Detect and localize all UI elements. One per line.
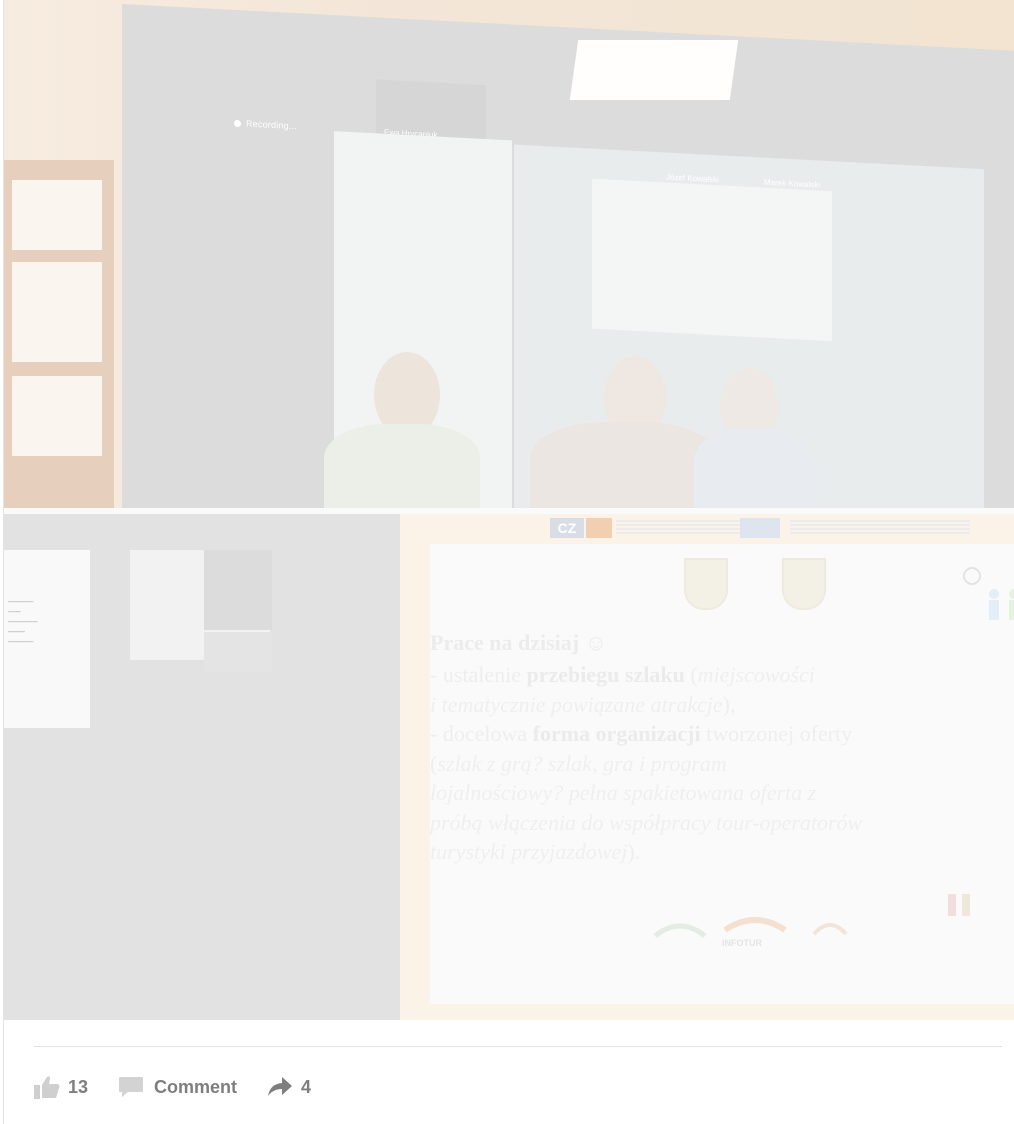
slide-body-line: i tematycznie powiązane atrakcje), [430, 690, 1000, 720]
infotur-logo: INFOTUR [722, 938, 762, 948]
mini-slide-text: ━━━━━━ ━━━ ━━━━━━━ ━━━━ ━━━━━━ [8, 599, 38, 646]
window-pane [12, 376, 102, 456]
eu-flag-icon [740, 518, 780, 538]
slide-text-run: forma organizacji [532, 721, 701, 746]
share-count: 4 [301, 1076, 312, 1097]
comment-button[interactable]: Comment [118, 1076, 237, 1098]
coat-of-arms-icon [684, 558, 728, 610]
footer-logo-icon [653, 923, 707, 939]
slide-body-text: - ustalenie przebiegu szlaku (miejscowoś… [430, 660, 1000, 867]
person-body [324, 424, 480, 508]
slide-body-line: próbą włączenia do współpracy tour-opera… [430, 808, 1000, 838]
slide-content-area: CZ Prace na dzisiaj ☺ - ustalenie przebi… [430, 518, 1014, 1004]
footer-logo-icon [812, 923, 848, 936]
post-photo-videoconference[interactable]: Recording... Ewa Hrycaniuk Józef Kowalsk… [4, 0, 1014, 508]
room-wall-panel [592, 178, 832, 342]
window-pane [12, 262, 102, 362]
slide-body-line: (szlak z grą? szlak, gra i program [430, 749, 1000, 779]
participant-tile [204, 550, 272, 630]
thumbs-up-icon [34, 1075, 60, 1099]
person-body [694, 428, 814, 508]
comment-icon [118, 1076, 144, 1098]
conference-gallery-panel: ━━━━━━ ━━━ ━━━━━━━ ━━━━ ━━━━━━ [4, 514, 400, 1020]
slide-body-line: - docelowa forma organizacji tworzonej o… [430, 719, 1000, 749]
participant-tile [204, 632, 272, 672]
slide-title: Prace na dzisiaj ☺ [430, 630, 608, 655]
slide-text-run: tworzonej oferty [700, 721, 853, 746]
presentation-slide: CZ Prace na dzisiaj ☺ - ustalenie przebi… [400, 514, 1014, 1020]
window-pane [12, 180, 102, 250]
slide-logo-bar: CZ [550, 516, 970, 540]
post-card: Recording... Ewa Hrycaniuk Józef Kowalsk… [3, 0, 1014, 1124]
post-photo-presentation[interactable]: ━━━━━━ ━━━ ━━━━━━━ ━━━━ ━━━━━━ CZ Prace … [4, 514, 1014, 1020]
slide-text-run: próbą włączenia do współpracy tour-opera… [430, 809, 863, 835]
slide-text-run: lojalnościowy? pełna spakietowana oferta… [430, 780, 817, 805]
slide-text-run: turystyki przyjazdowej [430, 839, 628, 864]
footer-logo-icon [723, 917, 787, 933]
post-actions-bar: 13 Comment 4 [34, 1072, 341, 1102]
pl-logo [586, 518, 612, 538]
like-count: 13 [68, 1076, 89, 1097]
slide-text-run: ). [627, 839, 641, 864]
slide-body-line: turystyki przyjazdowej). [430, 837, 1000, 867]
logo-caption [790, 520, 970, 536]
slide-body-line: lojalnościowy? pełna spakietowana oferta… [430, 778, 1000, 808]
slide-body-line: - ustalenie przebiegu szlaku (miejscowoś… [430, 660, 1000, 690]
recording-label: Recording... [246, 118, 297, 132]
share-button[interactable]: 4 [267, 1077, 311, 1098]
slide-text-run: - ustalenie [430, 662, 527, 687]
slide-text-run: przebiegu szlaku [526, 662, 685, 687]
slide-text-run: miejscowości [697, 662, 815, 687]
actions-divider [34, 1046, 1002, 1047]
people-figures-icon [963, 567, 1014, 620]
slide-text-run: ( [684, 662, 698, 687]
logo-caption [616, 520, 756, 536]
person-body [530, 422, 718, 508]
record-dot-icon [234, 119, 241, 128]
cz-logo: CZ [550, 518, 584, 538]
slide-text-run: szlak z grą? szlak, gra i program [437, 750, 727, 776]
recording-indicator: Recording... [234, 118, 297, 131]
slide-text-run: i tematycznie powiązane atrakcje [430, 691, 723, 717]
slide-text-run: ), [722, 691, 736, 717]
slide-text-run: - docelowa [430, 721, 533, 746]
ceiling-light [569, 40, 739, 100]
coat-of-arms-icon [782, 558, 826, 610]
people-illustration-icon [948, 894, 970, 916]
share-arrow-icon [267, 1077, 293, 1097]
like-button[interactable]: 13 [34, 1075, 88, 1099]
comment-label: Comment [154, 1076, 238, 1097]
